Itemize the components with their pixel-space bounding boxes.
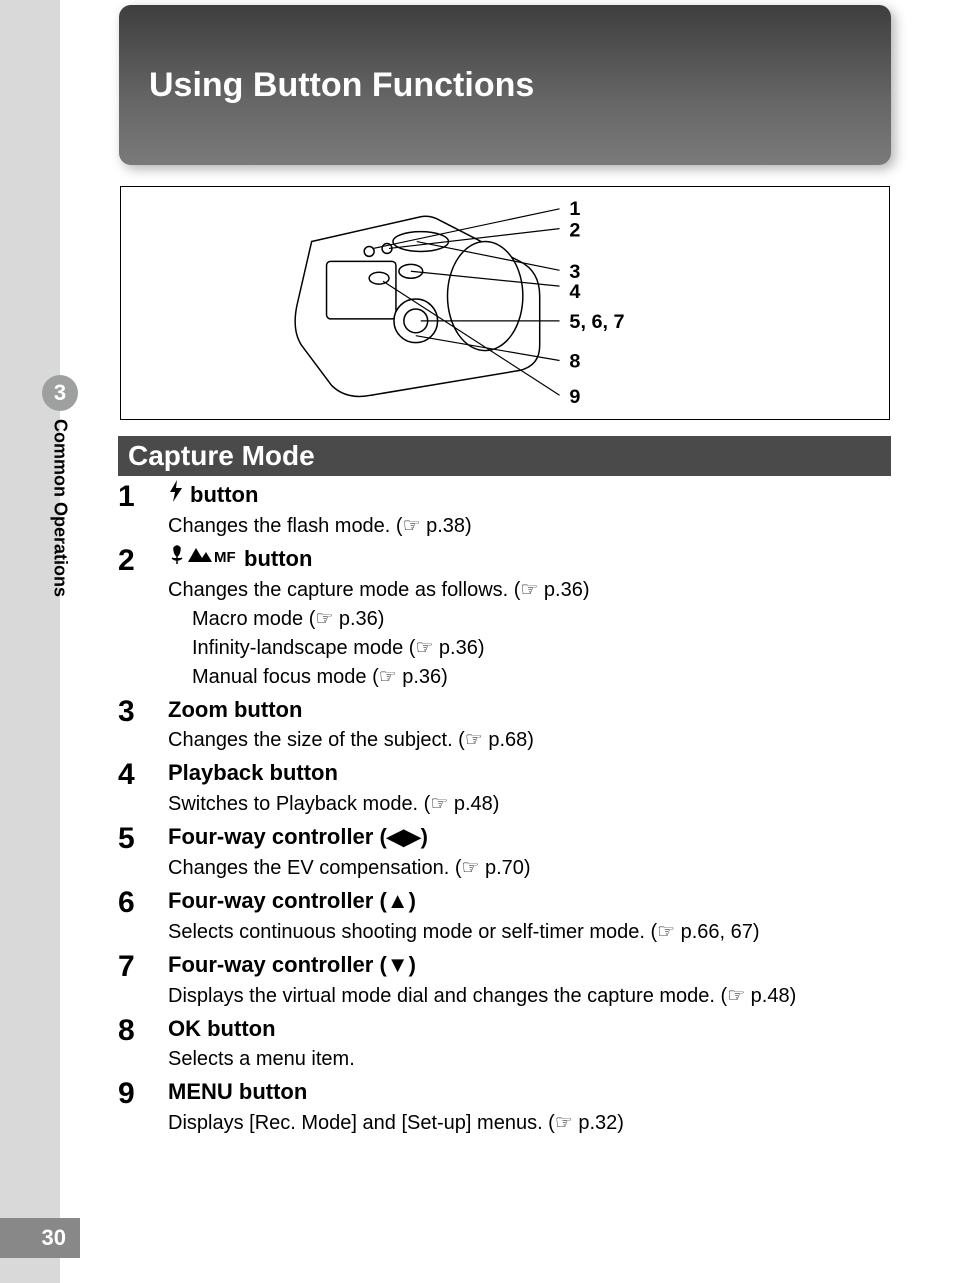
list-item: 6 Four-way controller (▲) Selects contin… [118, 886, 891, 946]
chapter-tab: 3 Common Operations [42, 375, 78, 597]
item-title-text: button [190, 480, 258, 511]
item-desc: Changes the EV compensation. (☞ p.70) [168, 855, 891, 882]
item-desc: Displays the virtual mode dial and chang… [168, 983, 891, 1010]
item-title-text: Four-way controller (▼) [168, 950, 416, 981]
item-number: 3 [118, 695, 148, 755]
list-item: 7 Four-way controller (▼) Displays the v… [118, 950, 891, 1010]
item-number: 5 [118, 822, 148, 882]
diagram-label-9: 9 [569, 386, 580, 408]
item-desc: Selects a menu item. [168, 1046, 891, 1073]
list-item: 4 Playback button Switches to Playback m… [118, 758, 891, 818]
item-number: 2 [118, 544, 148, 691]
item-title-text: OK button [168, 1014, 276, 1045]
button-list: 1 button Changes the flash mode. (☞ p.38… [118, 480, 891, 1141]
item-title-text: Playback button [168, 758, 338, 789]
list-item: 8 OK button Selects a menu item. [118, 1014, 891, 1074]
diagram-label-3: 3 [569, 261, 580, 283]
item-desc: Changes the size of the subject. (☞ p.68… [168, 727, 891, 754]
item-title-text: Four-way controller (▲) [168, 886, 416, 917]
focus-modes-icon: MF [168, 544, 238, 575]
chapter-number-circle: 3 [42, 375, 78, 411]
diagram-label-1: 1 [569, 198, 580, 220]
item-sub: Infinity-landscape mode (☞ p.36) [168, 635, 891, 662]
page-header: Using Button Functions [119, 5, 891, 165]
item-number: 4 [118, 758, 148, 818]
item-desc: Changes the capture mode as follows. (☞ … [168, 577, 891, 604]
camera-diagram: 1 2 3 4 5, 6, 7 8 9 [120, 186, 890, 420]
item-sub: Macro mode (☞ p.36) [168, 606, 891, 633]
item-title-text: button [244, 544, 312, 575]
chapter-label: Common Operations [50, 419, 71, 597]
list-item: 9 MENU button Displays [Rec. Mode] and [… [118, 1077, 891, 1137]
item-desc: Changes the flash mode. (☞ p.38) [168, 513, 891, 540]
diagram-label-2: 2 [569, 220, 580, 242]
list-item: 5 Four-way controller (◀▶) Changes the E… [118, 822, 891, 882]
item-desc: Selects continuous shooting mode or self… [168, 919, 891, 946]
item-number: 9 [118, 1077, 148, 1137]
item-desc: Displays [Rec. Mode] and [Set-up] menus.… [168, 1110, 891, 1137]
svg-text:MF: MF [214, 549, 236, 566]
item-desc: Switches to Playback mode. (☞ p.48) [168, 791, 891, 818]
page-number: 30 [42, 1225, 66, 1251]
item-title-text: Zoom button [168, 695, 302, 726]
item-number: 8 [118, 1014, 148, 1074]
chapter-number: 3 [54, 380, 66, 406]
list-item: 3 Zoom button Changes the size of the su… [118, 695, 891, 755]
item-sub: Manual focus mode (☞ p.36) [168, 664, 891, 691]
page-number-box: 30 [0, 1218, 80, 1258]
diagram-label-567: 5, 6, 7 [569, 311, 624, 333]
item-title-text: MENU button [168, 1077, 307, 1108]
section-title: Capture Mode [128, 440, 315, 471]
item-number: 1 [118, 480, 148, 540]
section-heading: Capture Mode [118, 436, 891, 476]
list-item: 2 MF button Changes the capture mode as … [118, 544, 891, 691]
diagram-label-8: 8 [569, 350, 580, 372]
diagram-label-4: 4 [569, 281, 580, 303]
item-number: 6 [118, 886, 148, 946]
item-number: 7 [118, 950, 148, 1010]
list-item: 1 button Changes the flash mode. (☞ p.38… [118, 480, 891, 540]
camera-diagram-svg: 1 2 3 4 5, 6, 7 8 9 [121, 187, 889, 419]
item-title-text: Four-way controller (◀▶) [168, 822, 428, 853]
page-title: Using Button Functions [149, 66, 534, 105]
page-gutter [0, 0, 60, 1283]
flash-icon [168, 480, 184, 511]
